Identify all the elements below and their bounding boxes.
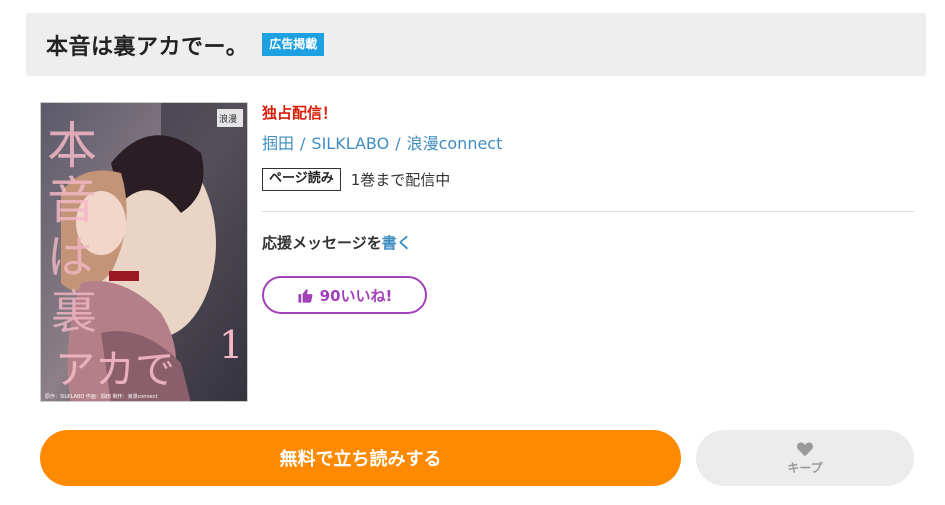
author-list: 掴田 / SILKLABO / 浪漫connect — [262, 130, 502, 154]
ad-badge: 広告掲載 — [262, 33, 325, 56]
cover-volume-mark: 1 — [219, 323, 243, 367]
keep-label: キープ — [787, 460, 823, 475]
author-link[interactable]: 浪漫connect — [407, 134, 503, 153]
format-tag: ページ読み — [262, 168, 341, 191]
page-title: 本音は裏アカでー。 — [46, 34, 249, 60]
cover-title-char-2: 音 — [47, 172, 97, 230]
like-count: 90いいね! — [319, 286, 393, 305]
thumbs-up-icon — [298, 288, 313, 303]
heart-icon — [796, 441, 814, 456]
cover-logo: 浪漫 — [219, 113, 237, 125]
cover-image[interactable]: 本 音 は 裏 アカで 1 浪漫 原作：SILKLABO 作画：掴田 制作：浪漫… — [40, 102, 248, 402]
cover-title-char-4: 裏 — [51, 285, 97, 339]
cover-credit: 原作：SILKLABO 作画：掴田 制作：浪漫connect — [45, 393, 157, 400]
support-prefix: 応援メッセージを — [262, 234, 382, 252]
author-separator: / — [395, 134, 401, 153]
title-bar: 本音は裏アカでー。 広告掲載 — [26, 13, 926, 76]
cover-title-char-3: は — [47, 230, 93, 284]
cover-illustration: 本 音 は 裏 アカで 1 浪漫 原作：SILKLABO 作画：掴田 制作：浪漫… — [41, 103, 247, 401]
like-button[interactable]: 90いいね! — [262, 276, 427, 314]
cover-title-char-5: アカで — [55, 347, 175, 393]
write-support-link[interactable]: 書く — [382, 234, 412, 252]
support-message: 応援メッセージを書く — [262, 232, 412, 253]
divider — [262, 211, 914, 212]
volume-status: 1巻まで配信中 — [350, 170, 451, 189]
free-preview-button[interactable]: 無料で立ち読みする — [40, 430, 681, 486]
author-link[interactable]: SILKLABO — [311, 134, 389, 153]
keep-button[interactable]: キープ — [696, 430, 914, 486]
author-link[interactable]: 掴田 — [262, 134, 294, 153]
exclusive-label: 独占配信！ — [262, 104, 338, 122]
format-row: ページ読み 1巻まで配信中 — [262, 168, 450, 191]
author-separator: / — [300, 134, 306, 153]
cover-title-char-1: 本 — [47, 117, 97, 175]
